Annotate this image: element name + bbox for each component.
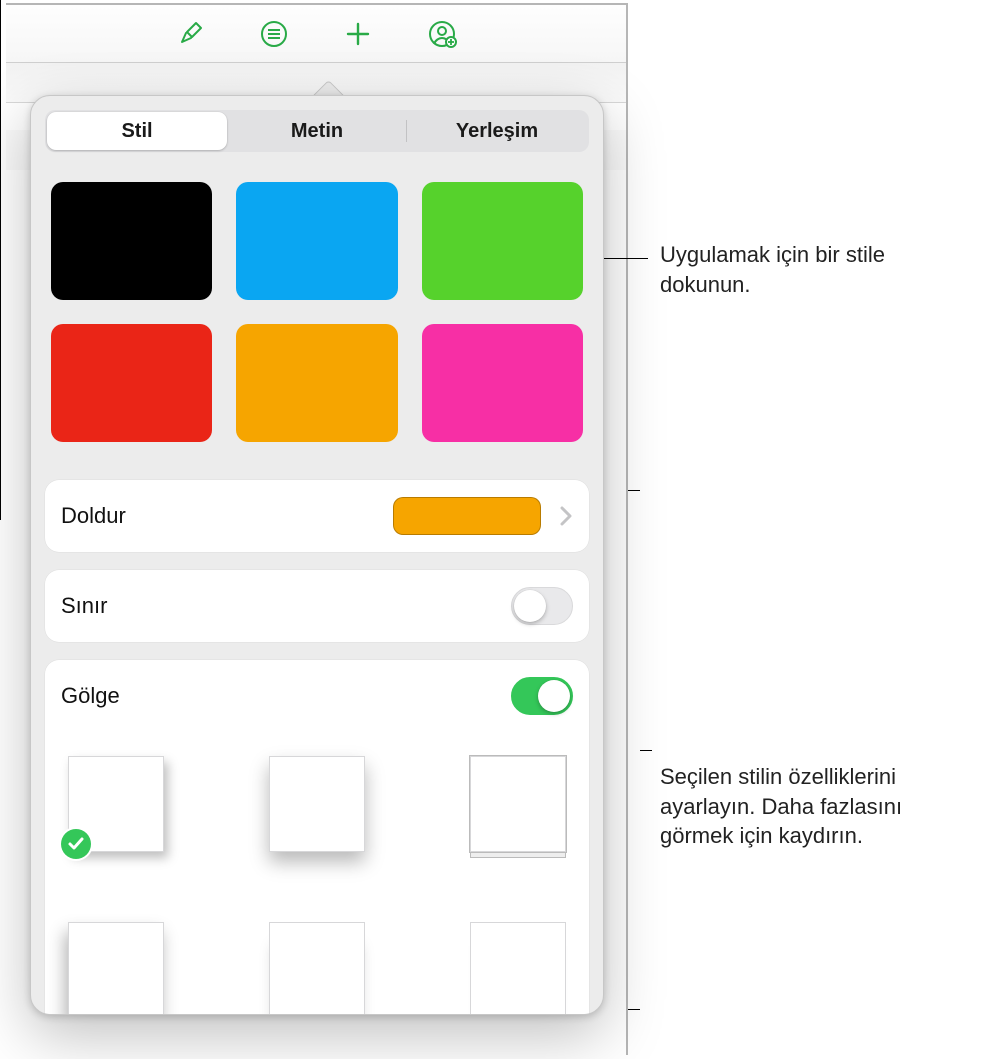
- callout-adjust: Seçilen stilin özelliklerini ayarlayın. …: [660, 762, 980, 851]
- callout-leader-1: [604, 258, 648, 259]
- popover-caret: [312, 79, 344, 95]
- format-button[interactable]: [172, 16, 208, 52]
- shadow-section: Gölge: [45, 660, 589, 1015]
- style-swatch-3[interactable]: [422, 182, 583, 300]
- tab-text[interactable]: Metin: [227, 112, 407, 150]
- shadow-label: Gölge: [61, 683, 511, 709]
- shadow-option-5[interactable]: [269, 922, 365, 1015]
- fill-section: Doldur: [45, 480, 589, 552]
- format-segmented-control: Stil Metin Yerleşim: [45, 110, 589, 152]
- style-swatch-6[interactable]: [422, 324, 583, 442]
- shadow-option-3[interactable]: [470, 756, 566, 852]
- style-preset-grid: [45, 152, 589, 462]
- callout-tap-style: Uygulamak için bir stile dokunun.: [660, 240, 980, 299]
- border-section: Sınır: [45, 570, 589, 642]
- format-popover: Stil Metin Yerleşim Doldur Sınır Gölge: [30, 95, 604, 1015]
- style-swatch-4[interactable]: [51, 324, 212, 442]
- shadow-option-1[interactable]: [68, 756, 164, 852]
- tab-style-label: Stil: [121, 120, 152, 143]
- list-icon: [259, 19, 289, 49]
- callout-leader-2-top: [628, 490, 640, 491]
- tab-arrange-label: Yerleşim: [456, 120, 538, 143]
- fill-row[interactable]: Doldur: [45, 480, 589, 552]
- callout-leader-2-bot: [628, 1009, 640, 1010]
- chevron-right-icon: [559, 505, 573, 527]
- insert-button[interactable]: [340, 16, 376, 52]
- share-person-icon: [427, 19, 457, 49]
- border-label: Sınır: [61, 593, 511, 619]
- app-toolbar: [6, 5, 626, 63]
- plus-icon: [344, 20, 372, 48]
- tab-arrange[interactable]: Yerleşim: [407, 112, 587, 150]
- shadow-options-grid: [45, 732, 589, 1015]
- lists-button[interactable]: [256, 16, 292, 52]
- border-toggle[interactable]: [511, 587, 573, 625]
- shadow-option-2[interactable]: [269, 756, 365, 852]
- callout-leader-2-h: [640, 750, 652, 751]
- fill-color-preview[interactable]: [393, 497, 541, 535]
- checkmark-icon: [61, 829, 91, 859]
- shadow-toggle[interactable]: [511, 677, 573, 715]
- brush-icon: [176, 20, 204, 48]
- collaborate-button[interactable]: [424, 16, 460, 52]
- tab-text-label: Metin: [291, 120, 343, 143]
- shadow-row: Gölge: [45, 660, 589, 732]
- window-frame-right: [626, 5, 628, 1055]
- shadow-option-6[interactable]: [470, 922, 566, 1015]
- fill-label: Doldur: [61, 503, 393, 529]
- border-row: Sınır: [45, 570, 589, 642]
- style-swatch-2[interactable]: [236, 182, 397, 300]
- style-swatch-5[interactable]: [236, 324, 397, 442]
- callout-leader-2-v: [0, 0, 1, 520]
- tab-style[interactable]: Stil: [47, 112, 227, 150]
- style-swatch-1[interactable]: [51, 182, 212, 300]
- shadow-option-4[interactable]: [68, 922, 164, 1015]
